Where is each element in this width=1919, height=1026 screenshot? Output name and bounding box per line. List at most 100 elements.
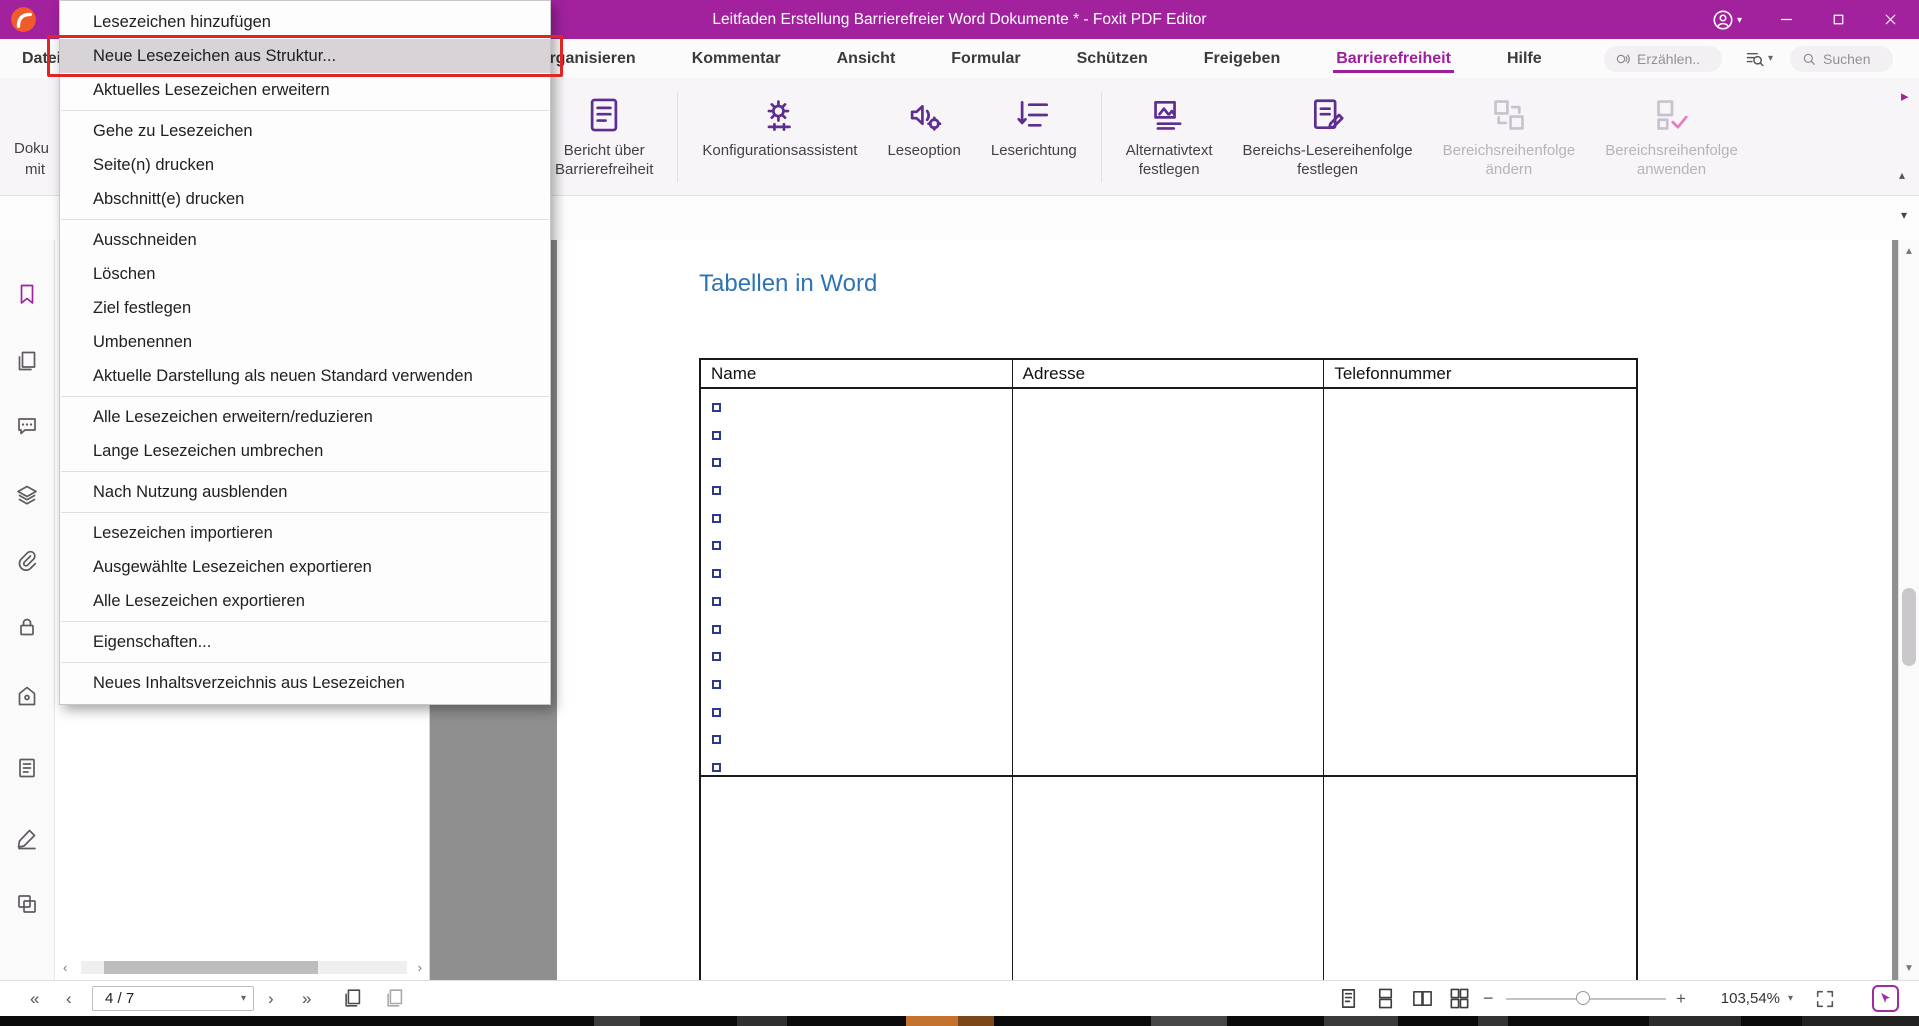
tab-organisieren[interactable]: Organisieren xyxy=(537,39,636,78)
maximize-button[interactable] xyxy=(1812,0,1864,39)
ribbon-button-alternativtext-festlegen[interactable]: Alternativtextfestlegen xyxy=(1116,78,1223,196)
menu-item-neues-inhaltsverzeichnis-aus-lesezeichen[interactable]: Neues Inhaltsverzeichnis aus Lesezeichen xyxy=(60,666,550,700)
scroll-right-icon[interactable]: › xyxy=(418,959,422,977)
fields-panel-button[interactable] xyxy=(15,756,39,780)
ribbon-button-leserichtung[interactable]: Leserichtung xyxy=(981,78,1087,196)
scrollbar-track[interactable] xyxy=(81,961,407,974)
bullet-marker xyxy=(712,708,721,717)
menu-item-loeschen[interactable]: Löschen xyxy=(60,257,550,291)
tab-formular[interactable]: Formular xyxy=(951,39,1020,78)
caret-down-icon: ▾ xyxy=(1768,53,1773,64)
menu-item-aktuelles-lesezeichen-erweitern[interactable]: Aktuelles Lesezeichen erweitern xyxy=(60,73,550,107)
tab-freigeben[interactable]: Freigeben xyxy=(1204,39,1280,78)
ribbon-separator xyxy=(677,92,678,182)
chevron-down-icon[interactable]: ▾ xyxy=(1901,208,1907,222)
zoom-slider-thumb[interactable] xyxy=(1576,991,1590,1005)
menu-item-neue-lesezeichen-aus-struktur[interactable]: Neue Lesezeichen aus Struktur... xyxy=(60,39,550,73)
advanced-search-button[interactable]: ▾ xyxy=(1744,48,1773,69)
menu-item-label: Lange Lesezeichen umbrechen xyxy=(93,442,323,460)
ribbon-scroll-right-icon[interactable]: ▸ xyxy=(1901,87,1909,105)
menu-item-seite-n-drucken[interactable]: Seite(n) drucken xyxy=(60,148,550,182)
ribbon-collapse-icon[interactable]: ▴ xyxy=(1899,168,1905,182)
menu-item-ziel-festlegen[interactable]: Ziel festlegen xyxy=(60,291,550,325)
zoom-out-button[interactable]: − xyxy=(1483,981,1494,1016)
zoom-level[interactable]: 103,54% xyxy=(1700,981,1780,1016)
menu-item-label: Seite(n) drucken xyxy=(93,156,214,174)
caret-down-icon[interactable]: ▾ xyxy=(241,987,246,1010)
close-button[interactable] xyxy=(1864,0,1916,39)
scrollbar-thumb[interactable] xyxy=(104,961,318,974)
search-box[interactable]: Suchen xyxy=(1790,46,1893,72)
single-page-icon[interactable] xyxy=(1337,987,1360,1010)
minimize-button[interactable] xyxy=(1760,0,1812,39)
menu-item-abschnitt-e-drucken[interactable]: Abschnitt(e) drucken xyxy=(60,182,550,216)
taskbar-segment xyxy=(1478,1016,1508,1026)
alt-text-icon xyxy=(1150,96,1188,134)
menu-item-eigenschaften[interactable]: Eigenschaften... xyxy=(60,625,550,659)
tab-kommentar[interactable]: Kommentar xyxy=(692,39,781,78)
scrollbar-thumb[interactable] xyxy=(1902,588,1916,666)
ribbon-button-partial[interactable]: Dokumit xyxy=(14,138,49,180)
tab-hilfe[interactable]: Hilfe xyxy=(1507,39,1542,78)
continuous-facing-icon[interactable] xyxy=(1448,987,1471,1010)
menu-item-label: Neues Inhaltsverzeichnis aus Lesezeichen xyxy=(93,674,405,692)
fit-screen-icon[interactable] xyxy=(1814,988,1836,1010)
comments-panel-button[interactable] xyxy=(15,414,39,438)
horizontal-scrollbar[interactable]: ‹ › xyxy=(55,959,430,977)
menu-item-aktuelle-darstellung-als-neuen-standard-verwenden[interactable]: Aktuelle Darstellung als neuen Standard … xyxy=(60,359,550,393)
ribbon-button-label: Barrierefreiheit xyxy=(555,160,653,179)
menu-item-alle-lesezeichen-exportieren[interactable]: Alle Lesezeichen exportieren xyxy=(60,584,550,618)
caret-down-icon[interactable]: ▾ xyxy=(1788,981,1793,1016)
bookmarks-panel-button[interactable] xyxy=(15,282,39,306)
assistant-icon[interactable] xyxy=(1872,985,1899,1012)
next-view-icon[interactable] xyxy=(384,987,406,1009)
ribbon-button-bereichs-lesereihenfolge-festlegen[interactable]: Bereichs-Lesereihenfolgefestlegen xyxy=(1233,78,1423,196)
word-table: Name Adresse Telefonnummer xyxy=(699,358,1638,980)
tab-schuetzen[interactable]: Schützen xyxy=(1077,39,1148,78)
duplicate-panel-button[interactable] xyxy=(15,892,39,916)
signatures-panel-button[interactable] xyxy=(15,826,39,850)
scroll-up-icon[interactable]: ▲ xyxy=(1899,246,1919,257)
application-window: Leitfaden Erstellung Barrierefreier Word… xyxy=(0,0,1919,1026)
scroll-down-icon[interactable]: ▼ xyxy=(1899,963,1919,974)
zoom-in-button[interactable]: + xyxy=(1676,981,1686,1016)
continuous-icon[interactable] xyxy=(1374,987,1397,1010)
menu-item-alle-lesezeichen-erweitern-reduzieren[interactable]: Alle Lesezeichen erweitern/reduzieren xyxy=(60,400,550,434)
menu-item-umbenennen[interactable]: Umbenennen xyxy=(60,325,550,359)
menu-item-lesezeichen-importieren[interactable]: Lesezeichen importieren xyxy=(60,516,550,550)
bullet-marker xyxy=(712,680,721,689)
facing-icon[interactable] xyxy=(1411,987,1434,1010)
destinations-panel-button[interactable] xyxy=(15,684,39,708)
scroll-left-icon[interactable]: ‹ xyxy=(63,959,67,977)
ribbon-button-leseoption[interactable]: Leseoption xyxy=(877,78,970,196)
menu-item-gehe-zu-lesezeichen[interactable]: Gehe zu Lesezeichen xyxy=(60,114,550,148)
page-number-input[interactable]: 4 / 7 ▾ xyxy=(92,986,254,1011)
ribbon-button-bericht-ueber-barrierefreiheit[interactable]: Bericht überBarrierefreiheit xyxy=(545,78,663,196)
taskbar-segment xyxy=(1802,1016,1919,1026)
menu-item-label: Nach Nutzung ausblenden xyxy=(93,483,287,501)
tell-me-box[interactable]: Erzählen.. xyxy=(1604,46,1722,72)
next-page-button[interactable]: › xyxy=(268,981,274,1016)
tab-datei[interactable]: Datei xyxy=(22,39,61,78)
menu-item-label: Abschnitt(e) drucken xyxy=(93,190,244,208)
previous-page-button[interactable]: ‹ xyxy=(66,981,72,1016)
menu-item-nach-nutzung-ausblenden[interactable]: Nach Nutzung ausblenden xyxy=(60,475,550,509)
account-button[interactable]: ▾ xyxy=(1712,8,1756,32)
previous-view-icon[interactable] xyxy=(342,987,364,1009)
first-page-button[interactable]: « xyxy=(30,981,39,1016)
ribbon-button-label: ändern xyxy=(1486,160,1533,179)
menu-item-lesezeichen-hinzufuegen[interactable]: Lesezeichen hinzufügen xyxy=(60,5,550,39)
layers-panel-button[interactable] xyxy=(15,483,39,507)
menu-item-ausschneiden[interactable]: Ausschneiden xyxy=(60,223,550,257)
ribbon-button-konfigurationsassistent[interactable]: Konfigurationsassistent xyxy=(692,78,867,196)
ribbon-button-bereichsreihenfolge-anwenden: Bereichsreihenfolgeanwenden xyxy=(1595,78,1748,196)
menu-item-lange-lesezeichen-umbrechen[interactable]: Lange Lesezeichen umbrechen xyxy=(60,434,550,468)
tab-ansicht[interactable]: Ansicht xyxy=(837,39,896,78)
security-panel-button[interactable] xyxy=(15,615,39,639)
pages-panel-button[interactable] xyxy=(15,349,39,373)
last-page-button[interactable]: » xyxy=(302,981,311,1016)
tab-barrierefreiheit[interactable]: Barrierefreiheit xyxy=(1336,39,1451,78)
attachments-panel-button[interactable] xyxy=(15,549,39,573)
menu-item-ausgewaehlte-lesezeichen-exportieren[interactable]: Ausgewählte Lesezeichen exportieren xyxy=(60,550,550,584)
vertical-scrollbar[interactable]: ▲ ▼ xyxy=(1898,240,1919,980)
